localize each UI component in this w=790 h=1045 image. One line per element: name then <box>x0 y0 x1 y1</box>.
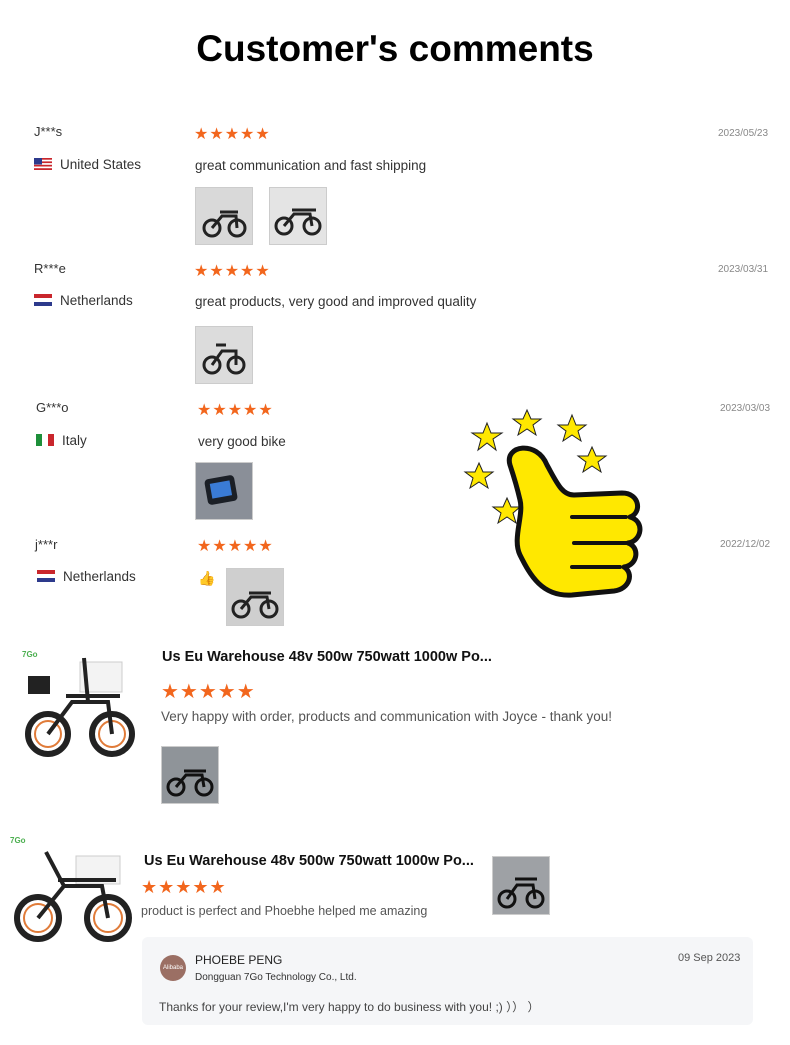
reviewer-name: G***o <box>36 400 69 415</box>
reviewer-name: j***r <box>35 537 58 552</box>
reviewer-country: Netherlands <box>37 569 136 584</box>
star-rating: ★★★★★ <box>141 877 227 897</box>
reviewer-country: Italy <box>36 433 87 448</box>
it-flag-icon <box>36 434 54 446</box>
thumbs-up-icon <box>463 408 643 598</box>
reviewer-country: Netherlands <box>34 293 133 308</box>
star-rating: ★★★★★ <box>161 681 256 703</box>
country-label: Italy <box>62 433 87 448</box>
review-text: product is perfect and Phoebhe helped me… <box>141 904 428 918</box>
review-photo[interactable] <box>195 462 253 520</box>
review-photo[interactable] <box>195 326 253 384</box>
review-photo[interactable] <box>226 568 284 626</box>
review-date: 2022/12/02 <box>720 539 771 550</box>
country-label: United States <box>60 157 142 172</box>
seller-name: PHOEBE PENG <box>195 953 283 967</box>
review-date: 2023/03/31 <box>718 264 769 275</box>
review-text: great products, very good and improved q… <box>195 294 477 309</box>
product-image[interactable]: 7Go <box>10 834 135 942</box>
review-photo[interactable] <box>269 187 327 245</box>
star-rating: ★★★★★ <box>197 402 274 419</box>
thumbs-up-emoji-icon: 👍 <box>198 570 216 586</box>
brand-logo: 7Go <box>10 836 26 845</box>
avatar: Alibaba <box>160 955 186 981</box>
star-rating: ★★★★★ <box>194 126 271 143</box>
product-title[interactable]: Us Eu Warehouse 48v 500w 750watt 1000w P… <box>144 853 474 869</box>
country-label: Netherlands <box>60 293 133 308</box>
us-flag-icon <box>34 158 52 170</box>
product-image[interactable]: 7Go <box>22 648 137 758</box>
reviewer-country: United States <box>34 157 141 172</box>
review-date: 2023/05/23 <box>718 128 769 139</box>
reviewer-name: J***s <box>34 124 63 139</box>
review-date: 2023/03/03 <box>720 403 771 414</box>
nl-flag-icon <box>34 294 52 306</box>
review-photo[interactable] <box>161 746 219 804</box>
country-label: Netherlands <box>63 569 136 584</box>
review-text: great communication and fast shipping <box>195 158 427 173</box>
reviewer-name: R***e <box>34 261 66 276</box>
page-title: Customer's comments <box>196 28 594 69</box>
review-photo[interactable] <box>195 187 253 245</box>
reply-text: Thanks for your review,I'm very happy to… <box>159 1000 540 1014</box>
reply-date: 09 Sep 2023 <box>678 952 741 964</box>
review-text: Very happy with order, products and comm… <box>161 709 612 724</box>
brand-logo: 7Go <box>22 650 38 659</box>
seller-reply: Alibaba PHOEBE PENG Dongguan 7Go Technol… <box>142 937 753 1025</box>
star-rating: ★★★★★ <box>197 538 274 555</box>
star-rating: ★★★★★ <box>194 263 271 280</box>
nl-flag-icon <box>37 570 55 582</box>
product-title[interactable]: Us Eu Warehouse 48v 500w 750watt 1000w P… <box>162 649 492 665</box>
review-text: very good bike <box>198 434 286 449</box>
seller-company: Dongguan 7Go Technology Co., Ltd. <box>195 972 357 983</box>
review-photo[interactable] <box>492 856 550 915</box>
